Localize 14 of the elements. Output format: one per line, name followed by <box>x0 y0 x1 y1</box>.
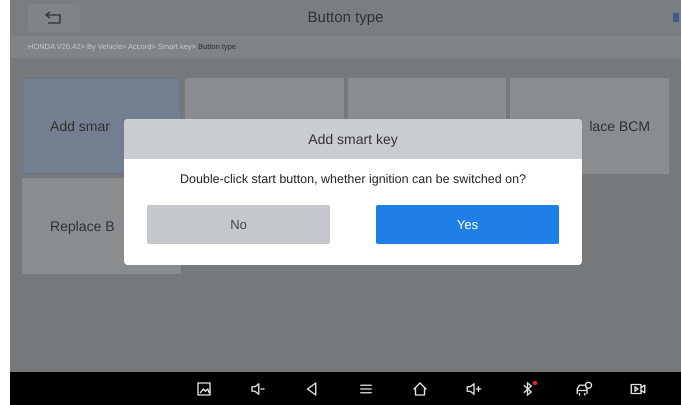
home-icon[interactable] <box>411 380 429 398</box>
car-icon[interactable] <box>575 380 593 398</box>
back-arrow-icon <box>45 11 63 25</box>
battery-icon <box>673 12 679 22</box>
gallery-icon[interactable] <box>195 380 213 398</box>
back-button[interactable] <box>28 4 80 32</box>
dialog-title: Add smart key <box>308 130 398 149</box>
tile-label: lace BCM <box>589 116 650 136</box>
yes-button[interactable]: Yes <box>376 204 559 244</box>
tile-label: Replace B <box>50 216 115 236</box>
tile-label: Add smar <box>50 116 110 136</box>
dialog-message: Double-click start button, whether ignition can be switched on? <box>178 171 528 188</box>
no-button[interactable]: No <box>147 204 330 244</box>
header-title: Button type <box>308 8 384 28</box>
